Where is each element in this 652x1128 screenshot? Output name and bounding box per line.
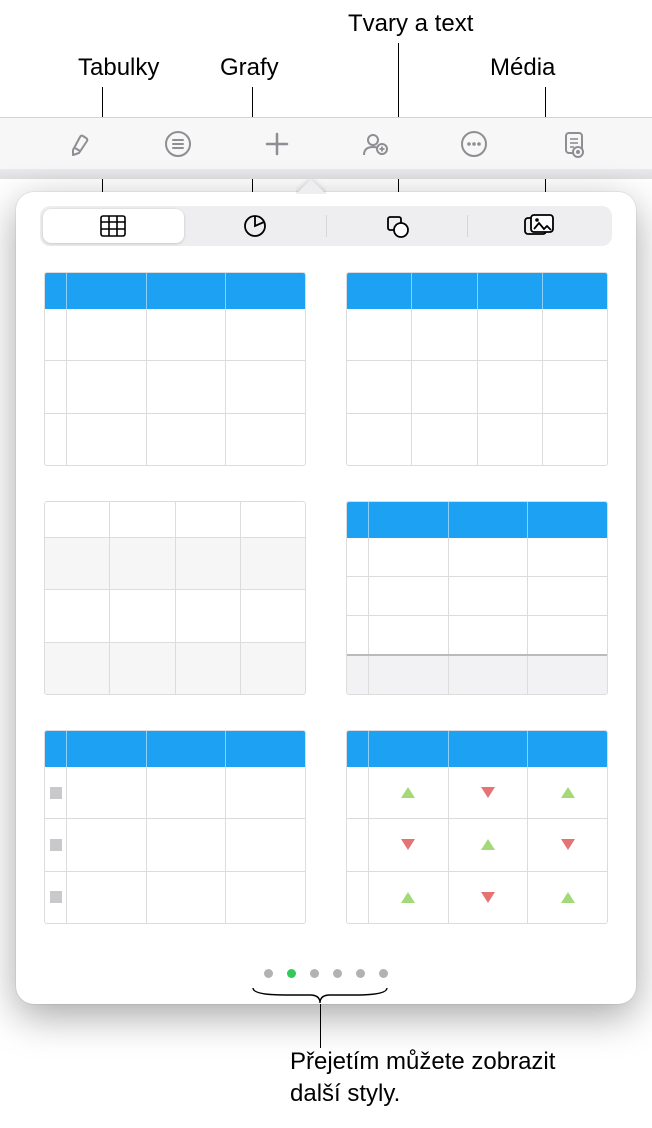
tab-charts[interactable] [185,209,326,243]
toolbar-shadow [0,169,652,179]
list-circle-icon[interactable] [160,126,196,162]
table-style-4[interactable] [346,501,608,695]
add-icon[interactable] [259,126,295,162]
pager-dot[interactable] [264,969,273,978]
popover-arrow [296,179,326,194]
collaborate-icon[interactable] [357,126,393,162]
callout-tables-label: Tabulky [78,54,159,82]
insert-category-tabs [40,206,612,246]
style-pager[interactable] [16,969,636,978]
table-style-6[interactable] [346,730,608,924]
pager-dot[interactable] [310,969,319,978]
table-style-5[interactable] [44,730,306,924]
pager-dot[interactable] [356,969,365,978]
more-icon[interactable] [456,126,492,162]
main-toolbar [0,117,652,169]
photo-icon [524,214,554,238]
callout-media-label: Média [490,54,555,82]
table-style-3[interactable] [44,501,306,695]
table-style-2[interactable] [346,272,608,466]
table-icon [100,215,126,237]
table-style-1[interactable] [44,272,306,466]
table-styles-grid[interactable] [44,272,608,924]
pager-dot[interactable] [379,969,388,978]
callout-charts-label: Grafy [220,54,279,82]
callout-line [320,1004,321,1048]
tab-shapes[interactable] [327,209,468,243]
callout-swipe-hint-line1: Přejetím můžete zobrazit [290,1048,555,1076]
document-icon[interactable] [555,126,591,162]
pager-dot-active[interactable] [287,969,296,978]
shapes-icon [384,213,410,239]
pager-dot[interactable] [333,969,342,978]
tab-tables[interactable] [43,209,184,243]
callout-swipe-hint-line2: další styly. [290,1080,400,1108]
insert-popover [16,192,636,1004]
tab-media[interactable] [468,209,609,243]
pie-chart-icon [242,213,268,239]
format-brush-icon[interactable] [61,126,97,162]
callout-shapes-text-label: Tvary a text [348,10,473,38]
